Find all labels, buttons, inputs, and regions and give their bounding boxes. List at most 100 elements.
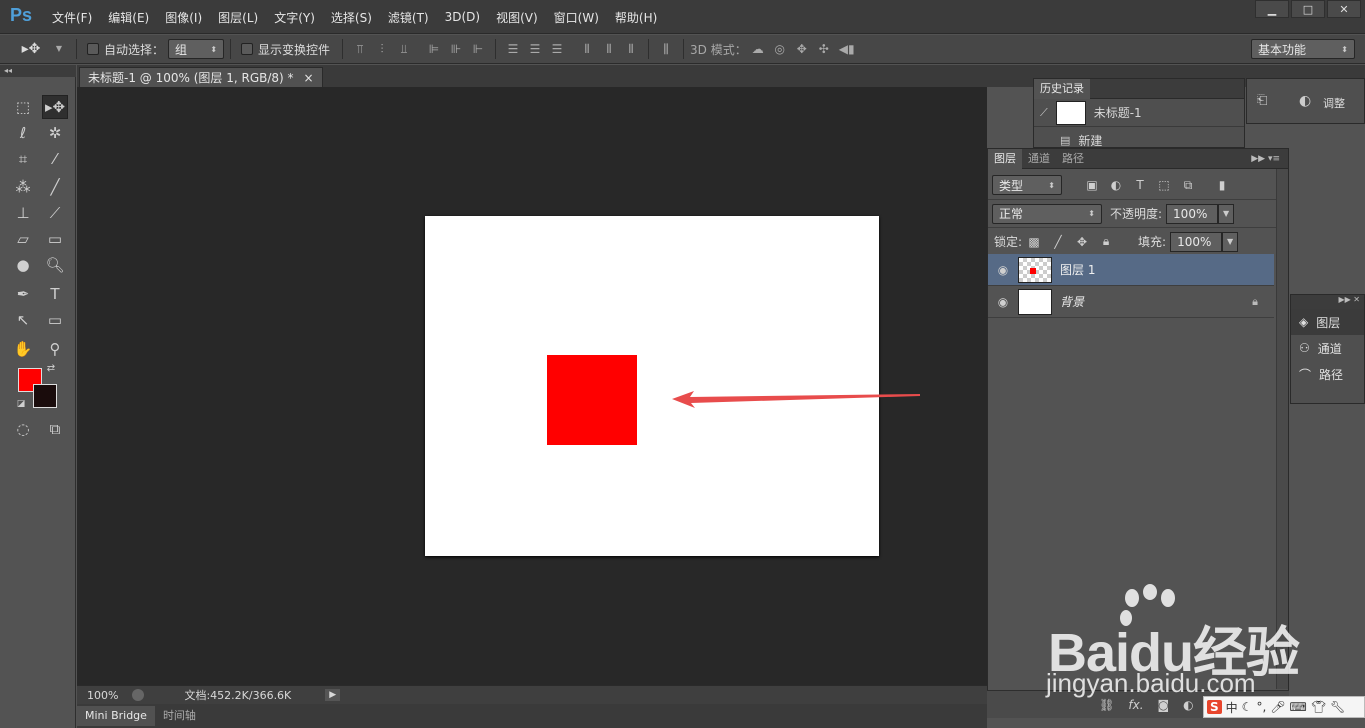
tab-mini-bridge[interactable]: Mini Bridge [77, 706, 155, 726]
distribute-right-icon[interactable]: ⦀ [624, 42, 638, 56]
shape-filter-icon[interactable]: ⬚ [1155, 178, 1173, 192]
menu-edit[interactable]: 编辑(E) [100, 9, 157, 26]
close-icon[interactable]: × [304, 71, 314, 85]
tab-timeline[interactable]: 时间轴 [155, 706, 204, 726]
screen-mode-icon[interactable]: ⧉ [42, 417, 68, 441]
menu-filter[interactable]: 滤镜(T) [380, 9, 437, 26]
tools-icon[interactable]: 🔧︎ [1330, 700, 1345, 714]
image-filter-icon[interactable]: ▣ [1083, 178, 1101, 192]
type-filter-icon[interactable]: T [1131, 178, 1149, 192]
new-adjustment-icon[interactable]: ◐ [1183, 698, 1193, 712]
default-colors-icon[interactable]: ◪ [14, 397, 28, 411]
lasso-tool-icon[interactable]: ℓ [10, 121, 36, 145]
zoom-level[interactable]: 100% [87, 689, 118, 702]
3d-rotate-icon[interactable]: ☁ [751, 42, 765, 56]
history-brush-tool-icon[interactable]: ⟋ [42, 201, 68, 225]
dock-item-paths[interactable]: ⌒ 路径 [1291, 361, 1364, 387]
hand-tool-icon[interactable]: ✋ [10, 337, 36, 361]
show-transform-checkbox[interactable] [241, 43, 254, 55]
menu-type[interactable]: 文字(Y) [266, 9, 323, 26]
rectangle-tool-icon[interactable]: ▭ [42, 308, 68, 332]
minimize-button[interactable]: ▁ [1255, 0, 1289, 18]
menu-select[interactable]: 选择(S) [323, 9, 380, 26]
eraser-tool-icon[interactable]: ▱ [10, 227, 36, 251]
3d-pan-icon[interactable]: ✥ [795, 42, 809, 56]
lock-transparent-icon[interactable]: ▩ [1025, 235, 1043, 249]
toolbox-collapse-icon[interactable]: ◂◂ [0, 65, 76, 77]
gradient-tool-icon[interactable]: ▭ [42, 227, 68, 251]
layer-style-icon[interactable]: fx. [1128, 698, 1143, 712]
move-tool-preset-icon[interactable]: ▸✥ [18, 42, 44, 56]
marquee-tool-icon[interactable]: ⬚ [10, 95, 36, 119]
smart-object-filter-icon[interactable]: ⧉ [1179, 178, 1197, 193]
eyedropper-tool-icon[interactable]: ⁄ [42, 147, 68, 171]
pen-tool-icon[interactable]: ✒ [10, 282, 36, 306]
distribute-left-icon[interactable]: ⦀ [580, 42, 594, 56]
brush-tool-icon[interactable]: ╱ [42, 175, 68, 199]
tab-channels[interactable]: 通道 [1022, 149, 1056, 169]
menu-view[interactable]: 视图(V) [488, 9, 546, 26]
background-color-swatch[interactable] [33, 384, 57, 408]
adjust-icon[interactable]: ◐ [1299, 93, 1311, 109]
adjust-label[interactable]: 调整 [1323, 95, 1345, 111]
tab-paths[interactable]: 路径 [1056, 149, 1090, 169]
quick-mask-icon[interactable]: ◌ [10, 417, 36, 441]
path-selection-tool-icon[interactable]: ↖ [10, 308, 36, 332]
visibility-eye-icon[interactable]: ◉ [988, 295, 1018, 309]
menu-layer[interactable]: 图层(L) [210, 9, 266, 26]
3d-slide-icon[interactable]: ✣ [817, 42, 831, 56]
align-vcenter-icon[interactable]: ⫶ [375, 42, 389, 56]
maximize-button[interactable]: □ [1291, 0, 1325, 18]
clone-stamp-tool-icon[interactable]: ⊥ [10, 201, 36, 225]
auto-select-dropdown[interactable]: 组 ⬍ [168, 39, 225, 59]
distribute-top-icon[interactable]: ☰ [506, 42, 520, 56]
blur-tool-icon[interactable]: ● [10, 253, 36, 277]
menu-window[interactable]: 窗口(W) [546, 9, 607, 26]
tab-layers[interactable]: 图层 [988, 148, 1022, 169]
tab-history[interactable]: 历史记录 [1034, 78, 1090, 99]
layer-filter-dropdown[interactable]: 类型 ⬍ [992, 175, 1062, 195]
crop-tool-icon[interactable]: ⌗ [10, 147, 36, 171]
lock-all-icon[interactable]: 🔒︎ [1097, 234, 1115, 249]
filter-toggle-icon[interactable]: ▮ [1213, 178, 1231, 192]
align-bottom-icon[interactable]: ⫫ [397, 42, 411, 56]
align-hcenter-icon[interactable]: ⊪ [449, 42, 463, 56]
moon-icon[interactable]: ☾ [1242, 700, 1253, 714]
fill-input[interactable]: 100% [1170, 231, 1223, 252]
lock-image-icon[interactable]: ╱ [1049, 235, 1067, 249]
healing-brush-tool-icon[interactable]: ⁂ [10, 175, 36, 199]
layer-name[interactable]: 图层 1 [1060, 261, 1095, 278]
distribute-bottom-icon[interactable]: ☰ [550, 42, 564, 56]
fill-slider-button[interactable]: ▼ [1222, 231, 1239, 252]
workspace-dropdown[interactable]: 基本功能 ⬍ [1251, 39, 1355, 59]
opacity-slider-button[interactable]: ▼ [1218, 203, 1235, 224]
dock-item-layers[interactable]: ◈ 图层 [1291, 309, 1364, 335]
ime-mode-label[interactable]: 中 [1226, 699, 1238, 716]
align-top-icon[interactable]: ⫪ [353, 42, 367, 56]
status-menu-icon[interactable] [132, 689, 145, 701]
magic-wand-tool-icon[interactable]: ✲ [42, 121, 68, 145]
link-layers-icon[interactable]: ⛓ [1099, 698, 1114, 712]
swap-colors-icon[interactable]: ⇄ [44, 361, 58, 375]
dodge-tool-icon[interactable]: 🔍︎ [42, 253, 68, 277]
status-arrow-icon[interactable]: ▶ [325, 689, 341, 701]
menu-3d[interactable]: 3D(D) [437, 10, 488, 24]
mic-icon[interactable]: 🎤︎ [1270, 700, 1285, 714]
type-tool-icon[interactable]: T [42, 282, 68, 306]
punct-icon[interactable]: °, [1256, 700, 1266, 714]
opacity-input[interactable]: 100% [1166, 203, 1219, 224]
menu-help[interactable]: 帮助(H) [607, 9, 665, 26]
dock-item-channels[interactable]: ⚇ 通道 [1291, 335, 1364, 361]
layer-row-background[interactable]: ◉ 背景 🔒︎ [988, 286, 1274, 318]
keyboard-icon[interactable]: ⌨ [1290, 700, 1307, 714]
document-canvas[interactable] [425, 216, 879, 556]
move-tool-icon[interactable]: ▸✥ [42, 95, 68, 119]
blend-mode-dropdown[interactable]: 正常 ⬍ [992, 203, 1102, 224]
panel-menu-icon[interactable]: ▶▶ ▾≡ [1251, 154, 1288, 164]
ime-toolbar[interactable]: S 中 ☾ °, 🎤︎ ⌨ 👕︎ 🔧︎ [1203, 696, 1365, 718]
distribute-hcenter-icon[interactable]: ⦀ [602, 42, 616, 56]
history-item[interactable]: ⟋ 未标题-1 [1034, 99, 1244, 127]
chevron-down-icon[interactable]: ▼ [52, 42, 66, 56]
red-square-layer[interactable] [547, 355, 637, 445]
document-tab[interactable]: 未标题-1 @ 100% (图层 1, RGB/8) * × [79, 67, 323, 87]
